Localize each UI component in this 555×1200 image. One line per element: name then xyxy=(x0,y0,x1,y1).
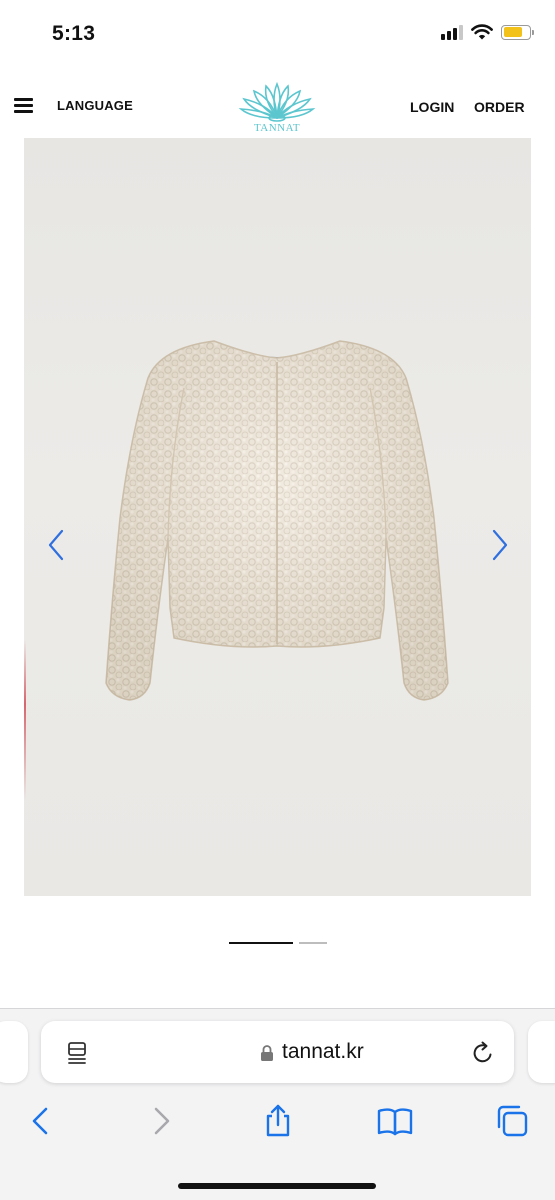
share-icon[interactable] xyxy=(260,1103,296,1139)
bookmarks-icon[interactable] xyxy=(377,1103,413,1139)
reload-icon[interactable] xyxy=(470,1040,496,1066)
pagination-indicator[interactable] xyxy=(299,942,327,944)
login-link[interactable]: LOGIN xyxy=(410,99,454,115)
browser-toolbar: tannat.kr xyxy=(0,1008,555,1200)
shell-logo-icon xyxy=(238,81,316,122)
address-bar[interactable]: tannat.kr xyxy=(41,1021,514,1083)
status-bar: 5:13 xyxy=(0,0,555,70)
next-tab-preview[interactable] xyxy=(528,1021,555,1083)
cellular-signal-icon xyxy=(441,24,463,40)
order-link[interactable]: ORDER xyxy=(474,99,525,115)
hamburger-menu-icon[interactable] xyxy=(14,98,33,113)
screen: 5:13 LANGUAGE TANNAT LOGIN ORDER tannat.… xyxy=(0,0,555,1200)
status-time: 5:13 xyxy=(52,22,96,45)
site-header: LANGUAGE TANNAT LOGIN ORDER xyxy=(0,70,555,138)
battery-icon xyxy=(501,24,534,40)
status-icons xyxy=(441,24,534,40)
back-icon[interactable] xyxy=(24,1103,60,1139)
language-link[interactable]: LANGUAGE xyxy=(57,98,133,113)
lock-icon xyxy=(261,1045,273,1061)
tabs-icon[interactable] xyxy=(494,1103,530,1139)
product-image xyxy=(24,138,531,896)
previous-tab-preview[interactable] xyxy=(0,1021,28,1083)
forward-icon[interactable] xyxy=(144,1103,180,1139)
pagination-indicator-active[interactable] xyxy=(229,942,293,944)
chevron-right-icon[interactable] xyxy=(484,525,514,565)
carousel-pagination xyxy=(229,942,327,944)
fur-jacket-illustration xyxy=(105,340,449,701)
brand-name: TANNAT xyxy=(253,122,301,134)
home-indicator[interactable] xyxy=(178,1183,376,1189)
wifi-icon xyxy=(471,24,493,40)
reader-mode-icon[interactable] xyxy=(65,1041,89,1065)
url-text: tannat.kr xyxy=(282,1040,364,1063)
chevron-left-icon[interactable] xyxy=(42,525,72,565)
image-edge xyxy=(24,640,26,800)
brand-logo[interactable]: TANNAT xyxy=(236,78,318,138)
